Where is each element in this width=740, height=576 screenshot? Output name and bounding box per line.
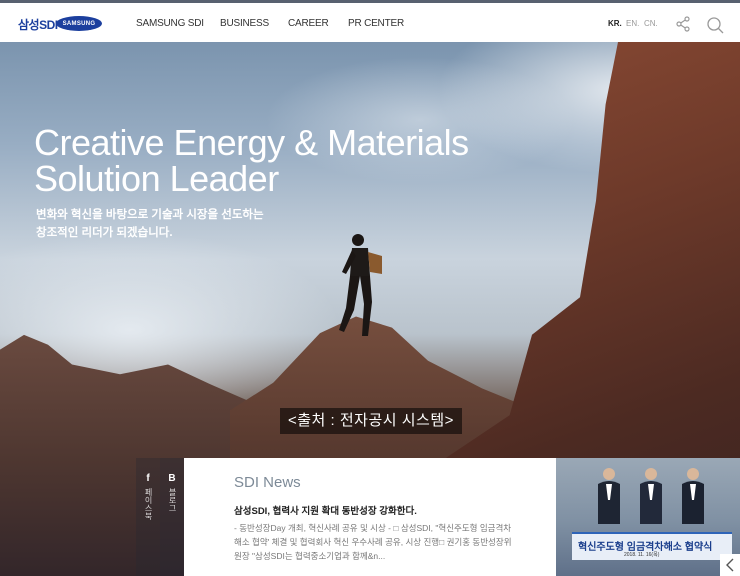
samsung-brand-logo[interactable]: SAMSUNG bbox=[56, 16, 102, 31]
nav-career[interactable]: CAREER bbox=[288, 18, 329, 29]
hero-headline: Creative Energy & Materials Solution Lea… bbox=[34, 125, 469, 197]
hiker-silhouette bbox=[339, 234, 382, 336]
news-headline[interactable]: 삼성SDI, 협력사 지원 확대 동반성장 강화한다. bbox=[234, 503, 417, 517]
news-body[interactable]: - 동반성장Day 개최, 혁신사례 공유 및 시상 - □ 삼성SDI, "혁… bbox=[234, 521, 514, 563]
hero-headline-line2: Solution Leader bbox=[34, 158, 279, 199]
blog-icon: B bbox=[168, 473, 176, 484]
news-section-title: SDI News bbox=[234, 474, 301, 491]
search-icon[interactable] bbox=[706, 16, 724, 34]
hero-subtext-line2: 창조적인 리더가 되겠습니다. bbox=[36, 227, 173, 239]
blog-tab[interactable]: B 블로그 bbox=[160, 458, 184, 576]
facebook-label: 페이스북 bbox=[144, 488, 153, 520]
nav-pr-center[interactable]: PR CENTER bbox=[348, 18, 404, 29]
hero-headline-line1: Creative Energy & Materials bbox=[34, 122, 469, 163]
share-icon[interactable] bbox=[675, 16, 691, 32]
prev-button[interactable] bbox=[720, 554, 740, 576]
news-photo[interactable]: 혁신주도형 임금격차해소 협약식 2018. 11. 16(목) bbox=[556, 458, 740, 576]
lang-cn[interactable]: CN. bbox=[644, 19, 658, 28]
lang-kr[interactable]: KR. bbox=[608, 19, 622, 28]
hero-subtext-line1: 변화와 혁신을 바탕으로 기술과 시장을 선도하는 bbox=[36, 209, 264, 221]
person-figure bbox=[598, 468, 620, 524]
nav-business[interactable]: BUSINESS bbox=[220, 18, 269, 29]
chevron-left-icon bbox=[726, 558, 734, 572]
samsung-sdi-logo[interactable]: 삼성SDI bbox=[18, 16, 58, 33]
lang-en[interactable]: EN. bbox=[626, 19, 639, 28]
top-navigation-bar: 삼성SDI SAMSUNG SAMSUNG SDI BUSINESS CAREE… bbox=[0, 0, 740, 42]
photo-banner-date: 2018. 11. 16(목) bbox=[624, 552, 660, 558]
facebook-icon: f bbox=[146, 473, 150, 484]
hero-subtext: 변화와 혁신을 바탕으로 기술과 시장을 선도하는 창조적인 리더가 되겠습니다… bbox=[36, 206, 264, 242]
news-panel: SDI News 삼성SDI, 협력사 지원 확대 동반성장 강화한다. - 동… bbox=[184, 458, 556, 576]
blog-label: 블로그 bbox=[168, 488, 177, 512]
facebook-tab[interactable]: f 페이스북 bbox=[136, 458, 160, 576]
person-figure bbox=[682, 468, 704, 524]
photo-banner: 혁신주도형 임금격차해소 협약식 2018. 11. 16(목) bbox=[572, 532, 732, 560]
source-caption: <출처 : 전자공시 시스템> bbox=[280, 408, 462, 434]
nav-samsung-sdi[interactable]: SAMSUNG SDI bbox=[136, 18, 204, 29]
person-figure bbox=[640, 468, 662, 524]
